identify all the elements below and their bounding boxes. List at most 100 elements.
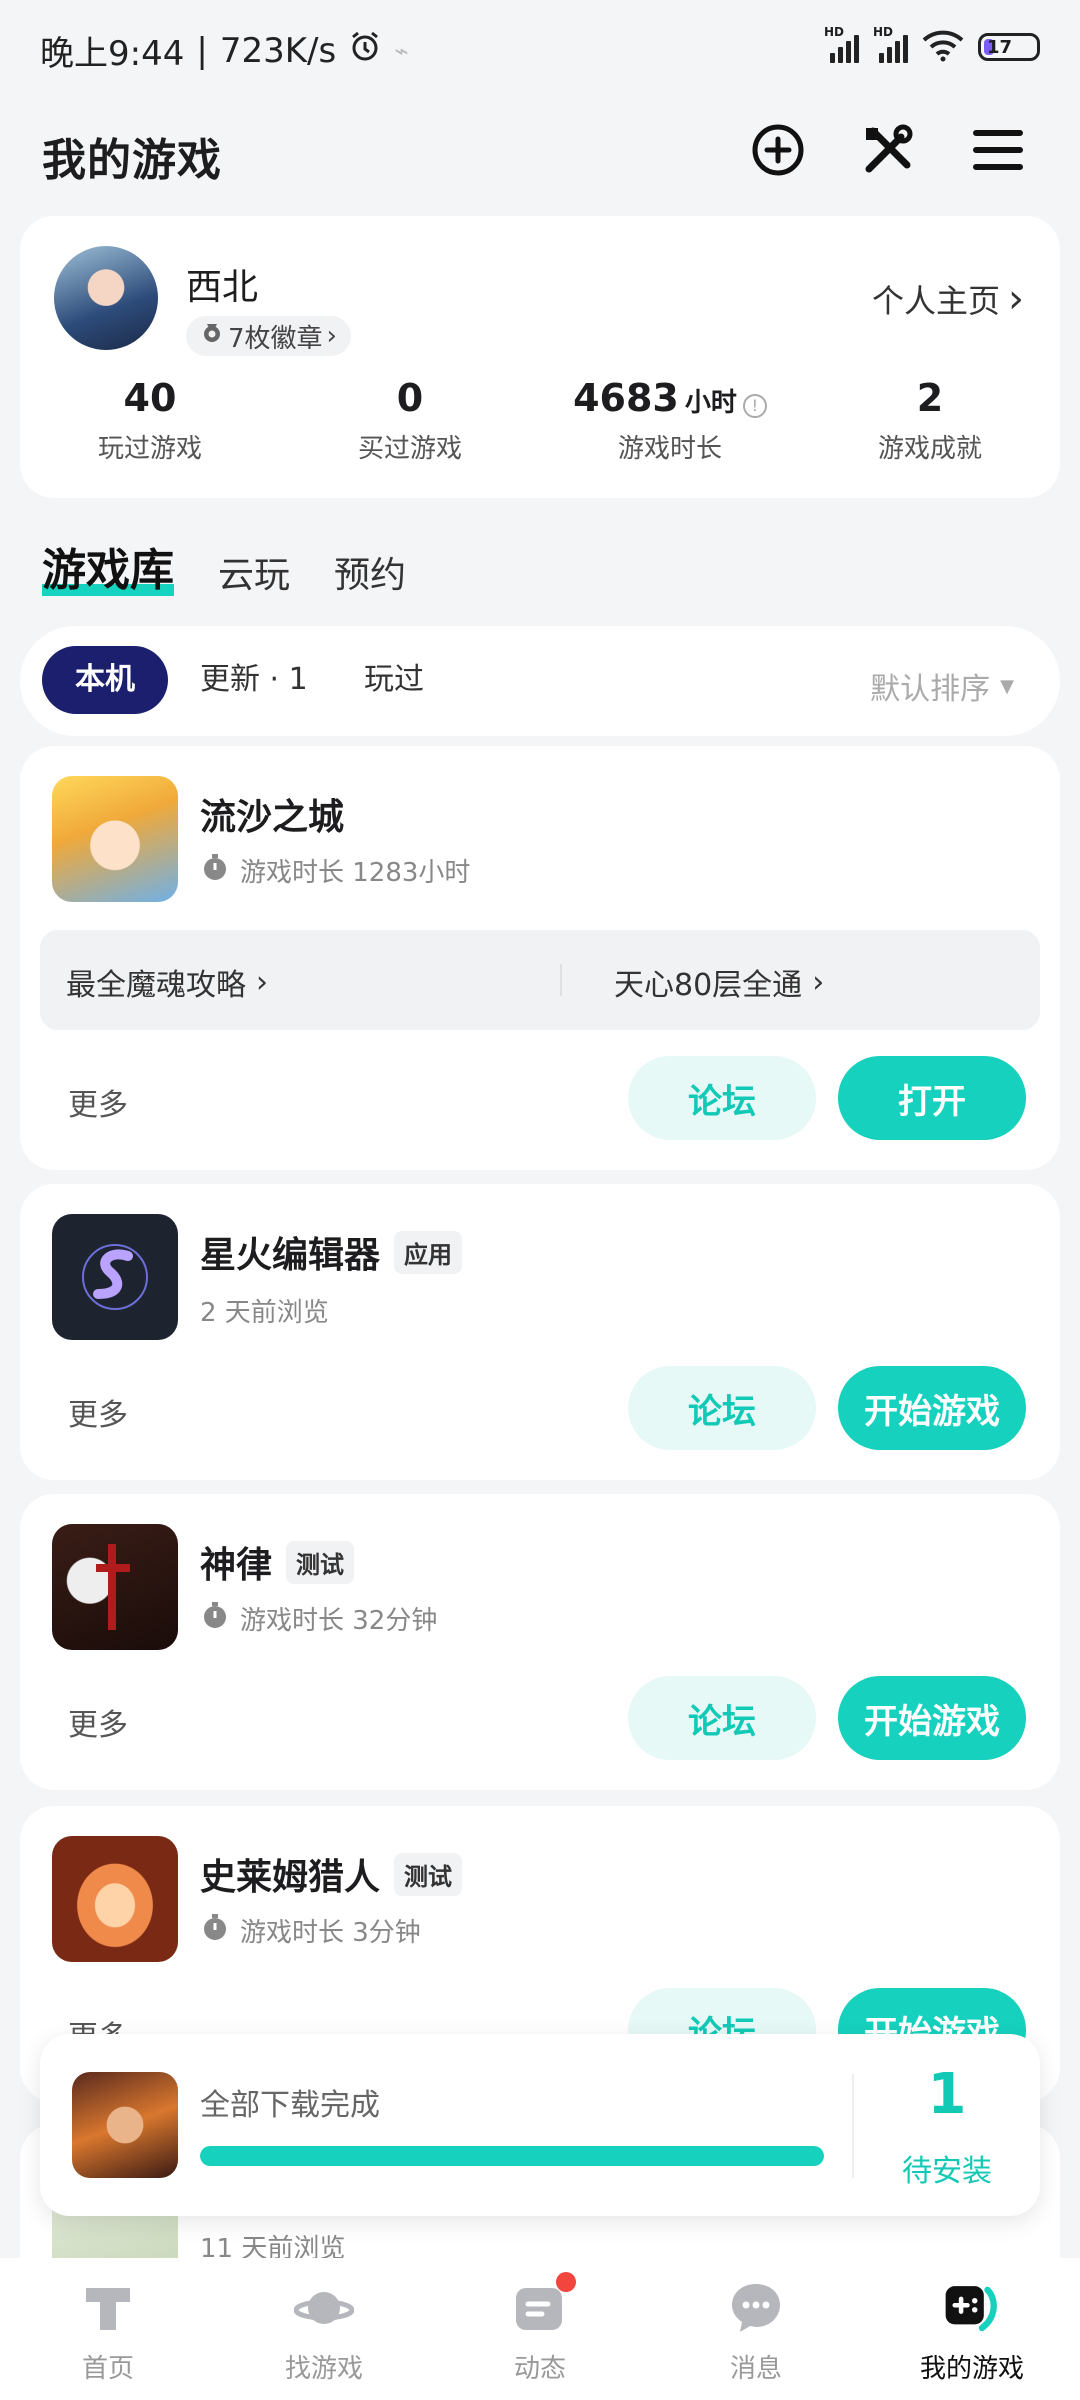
avatar[interactable] — [54, 246, 158, 350]
profile-card: 西北 7枚徽章 › 个人主页 › 40 玩过游戏 0 买过游戏 4683 小时 … — [20, 216, 1060, 498]
game-subtitle-text: 游戏时长 32分钟 — [240, 1606, 438, 1636]
more-button[interactable]: 更多 — [68, 1080, 128, 1124]
alarm-icon — [348, 29, 382, 72]
game-icon[interactable] — [52, 1836, 178, 1962]
start-game-button[interactable]: 开始游戏 — [838, 1676, 1026, 1760]
nav-home[interactable]: 首页 — [0, 2258, 216, 2400]
game-title: 史莱姆猎人 测试 — [200, 1848, 463, 1900]
stat-label: 游戏成就 — [877, 434, 982, 464]
home-icon — [78, 2278, 138, 2338]
stat-value: 0 — [396, 376, 424, 420]
filter-bar: 本机 更新 · 1 玩过 默认排序 ▼ — [20, 626, 1060, 736]
tab-reservation[interactable]: 预约 — [334, 546, 406, 598]
badges-label: 7枚徽章 — [228, 323, 323, 354]
stopwatch-icon — [200, 1912, 230, 1949]
signal-hd-label-2: HD — [873, 25, 894, 39]
menu-icon[interactable] — [970, 122, 1026, 178]
divider — [560, 964, 562, 996]
sort-dropdown[interactable]: 默认排序 ▼ — [870, 664, 1014, 708]
download-game-icon — [72, 2072, 178, 2178]
game-title-text: 神律 — [200, 1545, 273, 1586]
game-title: 流沙之城 — [200, 788, 344, 840]
signal-icon-2: HD — [873, 25, 908, 63]
badges-button[interactable]: 7枚徽章 › — [186, 316, 351, 356]
start-game-button[interactable]: 开始游戏 — [838, 1366, 1026, 1450]
game-card[interactable]: 神律 测试 游戏时长 32分钟 更多 论坛 开始游戏 — [20, 1494, 1060, 1790]
chevron-right-icon: › — [812, 964, 825, 1000]
stat-playtime[interactable]: 4683 小时 ! 游戏时长 — [540, 376, 800, 465]
signal-hd-label: HD — [824, 25, 845, 39]
pending-install-count[interactable]: 1 — [854, 2062, 1040, 2127]
game-tag: 应用 — [394, 1230, 463, 1274]
chevron-right-icon: › — [1008, 276, 1024, 322]
game-subtitle: 2 天前浏览 — [200, 1292, 329, 1329]
game-subtitle: 游戏时长 3分钟 — [200, 1912, 421, 1949]
guide-link[interactable]: 最全魔魂攻略 › — [66, 960, 268, 1004]
stat-bought[interactable]: 0 买过游戏 — [280, 376, 540, 465]
forum-button[interactable]: 论坛 — [628, 1676, 816, 1760]
guide-link-text: 最全魔魂攻略 — [66, 968, 246, 1003]
stat-label: 游戏时长 — [617, 434, 722, 464]
stat-played[interactable]: 40 玩过游戏 — [20, 376, 280, 465]
forum-button[interactable]: 论坛 — [628, 1056, 816, 1140]
game-title-text: 星火编辑器 — [200, 1235, 381, 1276]
download-progress-bar — [200, 2146, 824, 2166]
guide-link[interactable]: 天心80层全通 › — [614, 960, 824, 1004]
nav-discover[interactable]: 找游戏 — [216, 2258, 432, 2400]
pending-install-label[interactable]: 待安装 — [854, 2146, 1040, 2190]
game-title: 星火编辑器 应用 — [200, 1226, 463, 1278]
stat-label: 买过游戏 — [357, 434, 462, 464]
status-time: 晚上9:44 — [40, 34, 185, 74]
filter-chip-local[interactable]: 本机 — [42, 646, 168, 714]
more-button[interactable]: 更多 — [68, 1700, 128, 1744]
tools-icon[interactable] — [860, 122, 916, 178]
status-divider: | — [196, 30, 208, 71]
forum-button[interactable]: 论坛 — [628, 1366, 816, 1450]
bottom-nav: 首页 找游戏 动态 消息 我的游戏 — [0, 2258, 1080, 2400]
tab-cloud[interactable]: 云玩 — [218, 546, 290, 598]
homepage-label: 个人主页 — [871, 282, 1000, 320]
game-title: 神律 测试 — [200, 1536, 355, 1588]
nav-label: 我的游戏 — [919, 2354, 1024, 2384]
status-bar: 晚上9:44 | 723K/s ⌁ HD HD 17 — [0, 0, 1080, 100]
open-game-button[interactable]: 打开 — [838, 1056, 1026, 1140]
username: 西北 — [186, 267, 259, 308]
homepage-link[interactable]: 个人主页 › — [872, 276, 1024, 322]
game-card[interactable]: 流沙之城 游戏时长 1283小时 最全魔魂攻略 › 天心80层全通 › 更多 论… — [20, 746, 1060, 1170]
filter-chip-played[interactable]: 玩过 — [364, 646, 424, 714]
nav-label: 消息 — [729, 2354, 782, 2384]
nav-label: 首页 — [81, 2354, 134, 2384]
game-icon[interactable] — [52, 1214, 178, 1340]
nav-feed[interactable]: 动态 — [432, 2258, 648, 2400]
chevron-right-icon: › — [326, 321, 337, 351]
game-icon[interactable] — [52, 776, 178, 902]
nav-messages[interactable]: 消息 — [648, 2258, 864, 2400]
stat-label: 玩过游戏 — [97, 434, 202, 464]
info-icon[interactable]: ! — [742, 393, 767, 418]
gamepad-icon — [942, 2278, 1002, 2338]
nav-label: 动态 — [513, 2354, 566, 2384]
game-subtitle-text: 2 天前浏览 — [200, 1298, 329, 1328]
add-circle-icon[interactable] — [750, 122, 806, 178]
stopwatch-icon — [200, 1600, 230, 1637]
download-banner[interactable]: 全部下载完成 1 待安装 — [40, 2034, 1040, 2216]
library-tabs: 游戏库 云玩 预约 — [42, 534, 406, 598]
tab-library-label: 游戏库 — [42, 545, 174, 596]
game-card[interactable]: 星火编辑器 应用 2 天前浏览 更多 论坛 开始游戏 — [20, 1184, 1060, 1480]
game-subtitle: 游戏时长 32分钟 — [200, 1600, 437, 1637]
stat-achievements[interactable]: 2 游戏成就 — [800, 376, 1060, 465]
planet-icon — [294, 2278, 354, 2338]
game-subtitle-text: 游戏时长 1283小时 — [240, 858, 471, 888]
tab-library[interactable]: 游戏库 — [42, 534, 174, 598]
filter-chip-updates[interactable]: 更新 · 1 — [200, 646, 308, 714]
nav-my-games[interactable]: 我的游戏 — [864, 2258, 1080, 2400]
game-tag: 测试 — [286, 1540, 355, 1584]
signal-icon: HD — [824, 25, 859, 63]
game-title-text: 史莱姆猎人 — [200, 1857, 381, 1898]
sort-label: 默认排序 — [870, 672, 991, 707]
more-button[interactable]: 更多 — [68, 1390, 128, 1434]
page-title: 我的游戏 — [42, 135, 222, 186]
link-icon: ⌁ — [394, 36, 409, 65]
chevron-right-icon: › — [256, 964, 268, 1000]
game-icon[interactable] — [52, 1524, 178, 1650]
